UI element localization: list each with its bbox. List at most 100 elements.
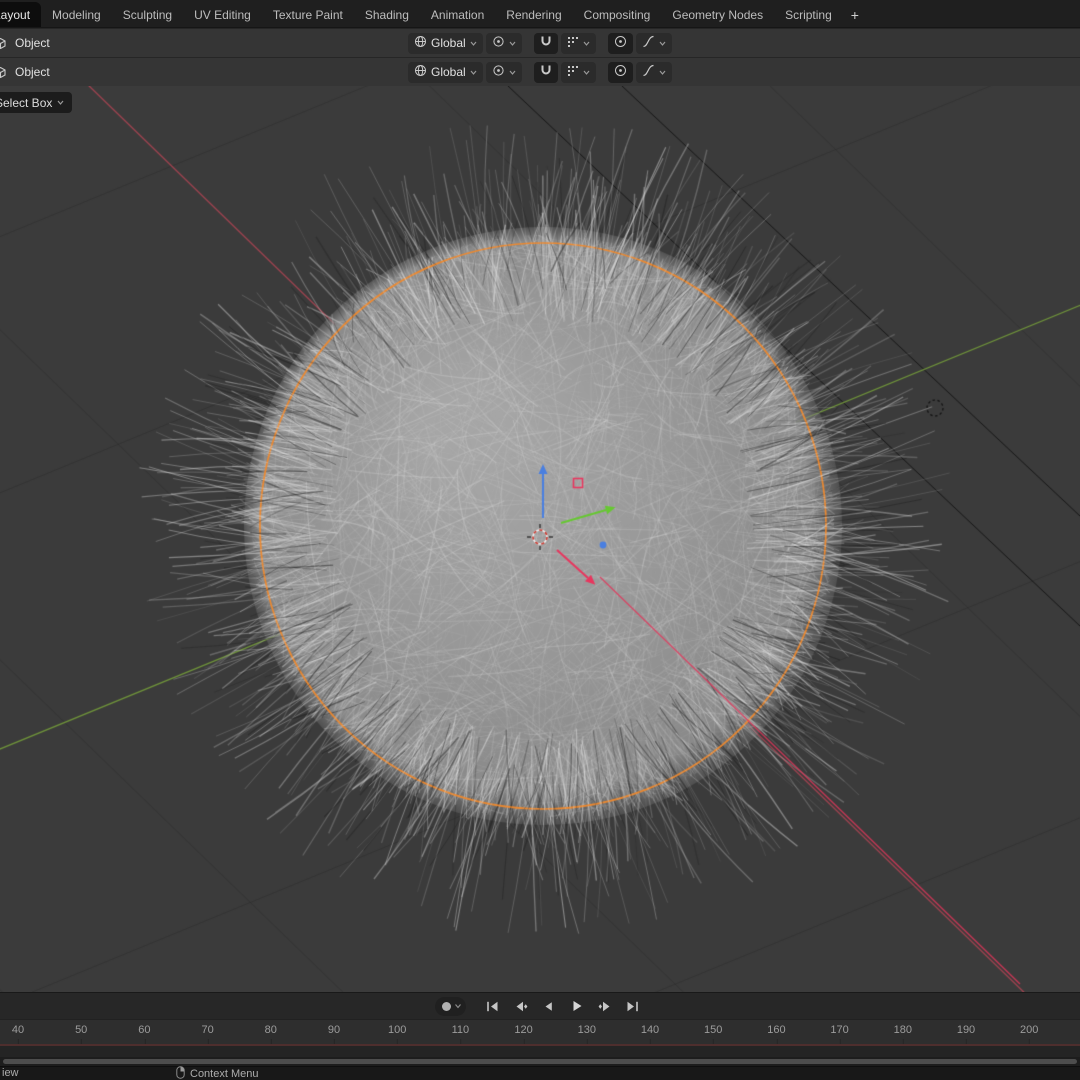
chevron-down-icon bbox=[509, 70, 516, 75]
auto-keying-group bbox=[434, 996, 466, 1016]
snap-settings-dropdown[interactable] bbox=[560, 61, 596, 83]
pivot-point-dropdown[interactable] bbox=[485, 61, 522, 83]
object-mode-icon bbox=[0, 65, 8, 80]
frame-tick: 70 bbox=[201, 1024, 214, 1044]
falloff-dropdown[interactable] bbox=[635, 61, 672, 83]
frame-tick: 150 bbox=[704, 1024, 723, 1044]
frame-tick: 110 bbox=[451, 1024, 470, 1044]
frame-ruler[interactable]: 40 50 60 70 80 90 100 110 120 130 140 15… bbox=[0, 1019, 1080, 1044]
tab-texture-paint[interactable]: Texture Paint bbox=[262, 2, 354, 27]
tab-rendering[interactable]: Rendering bbox=[495, 2, 572, 27]
mouse-right-click-icon bbox=[176, 1065, 185, 1080]
tab-layout[interactable]: Layout bbox=[0, 2, 42, 27]
pivot-icon bbox=[492, 35, 505, 51]
chevron-down-icon bbox=[509, 41, 516, 46]
proportional-editing-toggle[interactable] bbox=[607, 61, 633, 83]
frame-tick: 190 bbox=[956, 1024, 976, 1044]
timeline-track[interactable] bbox=[0, 1044, 1080, 1057]
chevron-down-icon bbox=[659, 41, 666, 46]
tab-modeling[interactable]: Modeling bbox=[41, 2, 112, 27]
frame-tick: 60 bbox=[138, 1024, 151, 1044]
workspace-tabs: Layout Modeling Sculpting UV Editing Tex… bbox=[0, 0, 867, 27]
frame-tick: 120 bbox=[514, 1024, 533, 1044]
orientation-dropdown[interactable]: Global bbox=[408, 32, 483, 54]
proportional-circle-icon bbox=[614, 35, 627, 51]
scrollbar-handle[interactable] bbox=[3, 1059, 1077, 1064]
timeline-scrollbar[interactable] bbox=[0, 1057, 1080, 1066]
orientation-dropdown[interactable]: Global bbox=[408, 61, 483, 83]
chevron-down-icon bbox=[57, 100, 64, 105]
proportional-circle-icon bbox=[614, 64, 627, 80]
timeline-header bbox=[0, 992, 1080, 1019]
falloff-dropdown[interactable] bbox=[635, 32, 672, 54]
frame-tick: 100 bbox=[388, 1024, 407, 1044]
frame-tick: 40 bbox=[11, 1024, 25, 1044]
chevron-down-icon bbox=[583, 41, 590, 46]
tab-shading[interactable]: Shading bbox=[354, 2, 420, 27]
active-tool-label: Select Box bbox=[0, 95, 53, 110]
mode-label: Object bbox=[15, 65, 50, 79]
falloff-curve-icon bbox=[642, 35, 655, 51]
mode-dropdown[interactable]: Object bbox=[15, 63, 50, 81]
magnet-icon bbox=[540, 35, 552, 51]
next-keyframe-button[interactable] bbox=[592, 996, 618, 1016]
falloff-curve-icon bbox=[642, 64, 655, 80]
jump-to-start-button[interactable] bbox=[480, 996, 506, 1016]
keying-dropdown[interactable] bbox=[454, 1003, 462, 1009]
tab-sculpting[interactable]: Sculpting bbox=[112, 2, 183, 27]
viewport-header-1: Object Global bbox=[0, 28, 1080, 57]
add-workspace-button[interactable]: + bbox=[843, 2, 867, 27]
mode-dropdown[interactable]: Object bbox=[15, 34, 50, 52]
chevron-down-icon bbox=[470, 70, 477, 75]
chevron-down-icon bbox=[470, 41, 477, 46]
play-button[interactable] bbox=[564, 996, 590, 1016]
snap-settings-dropdown[interactable] bbox=[560, 32, 596, 54]
playback-buttons bbox=[480, 996, 646, 1016]
frame-tick: 90 bbox=[327, 1024, 341, 1044]
status-left-fragment: iew bbox=[2, 1067, 19, 1079]
viewport-3d[interactable]: Select Box bbox=[0, 86, 1080, 992]
orientation-label: Global bbox=[431, 36, 466, 50]
jump-to-end-button[interactable] bbox=[620, 996, 646, 1016]
orientation-label: Global bbox=[431, 65, 466, 79]
viewport-header-2: Object Global bbox=[0, 57, 1080, 86]
mouse-hint-label: Context Menu bbox=[190, 1067, 259, 1080]
pivot-point-dropdown[interactable] bbox=[485, 32, 522, 54]
record-button[interactable] bbox=[439, 1001, 454, 1011]
frame-tick: 160 bbox=[767, 1024, 786, 1044]
magnet-icon bbox=[540, 64, 552, 80]
tab-animation[interactable]: Animation bbox=[420, 2, 495, 27]
globe-icon bbox=[414, 64, 427, 80]
object-mode-icon bbox=[0, 36, 8, 51]
blender-window: Layout Modeling Sculpting UV Editing Tex… bbox=[0, 0, 1080, 1080]
pivot-icon bbox=[492, 64, 505, 80]
record-icon bbox=[441, 1001, 451, 1011]
frame-tick: 80 bbox=[264, 1024, 277, 1044]
globe-icon bbox=[414, 35, 427, 51]
snap-increment-icon bbox=[567, 36, 579, 51]
frame-tick: 200 bbox=[1020, 1024, 1039, 1044]
chevron-down-icon bbox=[583, 70, 590, 75]
tab-uv-editing[interactable]: UV Editing bbox=[183, 2, 262, 27]
viewport-canvas[interactable] bbox=[0, 86, 1080, 992]
tab-scripting[interactable]: Scripting bbox=[774, 2, 843, 27]
frame-tick: 130 bbox=[577, 1024, 596, 1044]
frame-tick: 140 bbox=[640, 1024, 660, 1044]
tab-geometry-nodes[interactable]: Geometry Nodes bbox=[661, 2, 774, 27]
tab-compositing[interactable]: Compositing bbox=[573, 2, 662, 27]
play-reverse-button[interactable] bbox=[536, 996, 562, 1016]
chevron-down-icon bbox=[659, 70, 666, 75]
snap-toggle-button[interactable] bbox=[533, 61, 558, 83]
mouse-hint: Context Menu bbox=[176, 1065, 259, 1080]
active-tool-dropdown[interactable]: Select Box bbox=[0, 92, 73, 113]
frame-tick: 180 bbox=[893, 1024, 912, 1044]
snap-toggle-button[interactable] bbox=[533, 32, 558, 54]
frame-tick: 170 bbox=[830, 1024, 849, 1044]
mode-label: Object bbox=[15, 36, 50, 50]
status-bar: iew Context Menu bbox=[0, 1065, 1080, 1080]
topbar: Layout Modeling Sculpting UV Editing Tex… bbox=[0, 0, 1080, 28]
previous-keyframe-button[interactable] bbox=[508, 996, 534, 1016]
snap-increment-icon bbox=[567, 65, 579, 80]
proportional-editing-toggle[interactable] bbox=[607, 32, 633, 54]
frame-tick: 50 bbox=[75, 1024, 88, 1044]
